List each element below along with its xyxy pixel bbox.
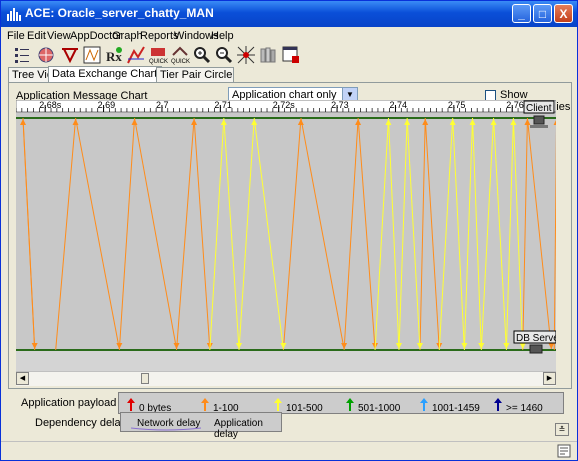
client-keyboard-icon <box>530 125 548 128</box>
legend-label: 1001-1459 <box>432 403 480 414</box>
tab-tier-pair-circle[interactable]: Tier Pair Circle <box>156 67 234 82</box>
ruler-tick-label: 2.7 <box>156 100 169 110</box>
ruler-tick-label: 2.74 <box>389 100 407 110</box>
payload-legend: 0 bytes 1-100 101-500 501-1000 1001-1459… <box>118 392 564 414</box>
scroll-left-icon[interactable]: ◀ <box>16 372 29 385</box>
legend-label: 101-500 <box>286 403 323 414</box>
ruler-tick-label: 2.75 <box>448 100 466 110</box>
menu-graph[interactable]: Graph <box>112 30 143 42</box>
maximize-button[interactable]: □ <box>533 4 552 23</box>
minimize-button[interactable]: _ <box>512 4 531 23</box>
arrow-up-icon <box>420 398 428 411</box>
chart-background <box>16 100 556 371</box>
svg-text:QUICK: QUICK <box>171 59 190 65</box>
zoom-in-tool-icon[interactable] <box>192 45 212 65</box>
network-tool-icon[interactable] <box>236 45 256 65</box>
title-bar[interactable]: ACE: Oracle_server_chatty_MAN _ □ X <box>1 1 577 27</box>
window-title: ACE: Oracle_server_chatty_MAN <box>25 6 214 20</box>
arrow-up-icon <box>127 398 135 411</box>
quick-tool-icon[interactable]: QUICK <box>148 45 168 65</box>
menu-edit[interactable]: Edit <box>27 30 46 42</box>
books-tool-icon[interactable] <box>258 45 278 65</box>
tree-view-tool-icon[interactable] <box>12 45 32 65</box>
delay-legend: Network delay Application delay <box>120 412 282 440</box>
rx-tool-icon[interactable]: Rx <box>104 45 124 65</box>
chart-tool-icon[interactable] <box>126 45 146 65</box>
app-window: ACE: Oracle_server_chatty_MAN _ □ X File… <box>0 0 578 461</box>
toolbar: Rx QUICK QUICK <box>1 45 577 67</box>
message-chart[interactable]: 2.68s 2.69 2.7 2.71 2.72s 2.73 2.74 2.75 2.76sCl… <box>16 100 556 371</box>
network-delay-swatch <box>131 427 201 431</box>
client-label: Client <box>526 103 552 114</box>
legend-label: >= 1460 <box>506 403 543 414</box>
expand-legend-button[interactable]: ≛ <box>555 423 569 436</box>
globe-tool-icon[interactable] <box>36 45 56 65</box>
close-button[interactable]: X <box>554 4 573 23</box>
scroll-thumb[interactable] <box>141 373 149 384</box>
app-logo-icon <box>7 8 21 21</box>
menu-view[interactable]: View <box>47 30 71 42</box>
filter-tool-icon[interactable] <box>60 45 80 65</box>
chart-panel: Application Message Chart Application ch… <box>8 82 572 389</box>
status-bar <box>1 441 577 461</box>
status-document-icon <box>557 444 571 458</box>
arrow-up-icon <box>346 398 354 411</box>
ruler-tick-label: 2.73 <box>331 100 349 110</box>
client-computer-icon <box>533 115 545 125</box>
application-delay-label: Application delay <box>214 418 263 440</box>
menu-help[interactable]: Help <box>211 30 234 42</box>
legend-area: Application payload size: 0 bytes 1-100 … <box>1 389 577 449</box>
ruler-tick-label: 2.69 <box>98 100 116 110</box>
ruler-tick-label: 2.71 <box>214 100 232 110</box>
db-server-icon <box>529 344 543 354</box>
arrow-up-icon <box>201 398 209 411</box>
quick-compare-tool-icon[interactable]: QUICK <box>170 45 190 65</box>
scroll-right-icon[interactable]: ▶ <box>543 372 556 385</box>
db-server-label: DB Server <box>516 333 556 344</box>
svg-text:QUICK: QUICK <box>149 59 168 65</box>
horizontal-scrollbar[interactable]: ◀ ▶ <box>16 371 556 386</box>
zoom-out-tool-icon[interactable] <box>214 45 234 65</box>
data-exchange-tool-icon[interactable] <box>82 45 102 65</box>
menu-file[interactable]: File <box>7 30 25 42</box>
tab-data-exchange-chart[interactable]: Data Exchange Chart <box>48 66 162 83</box>
arrow-up-icon <box>494 398 502 411</box>
ruler-tick-label: 2.72s <box>273 100 296 110</box>
menu-bar: File Edit View AppDoctor Graph Reports W… <box>1 27 577 45</box>
arrow-up-icon <box>274 398 282 411</box>
lower-band <box>16 351 556 371</box>
menu-reports[interactable]: Reports <box>140 30 179 42</box>
legend-label: 501-1000 <box>358 403 401 414</box>
window-tool-icon[interactable] <box>281 45 301 65</box>
ruler-tick-label: 2.68s <box>39 100 62 110</box>
